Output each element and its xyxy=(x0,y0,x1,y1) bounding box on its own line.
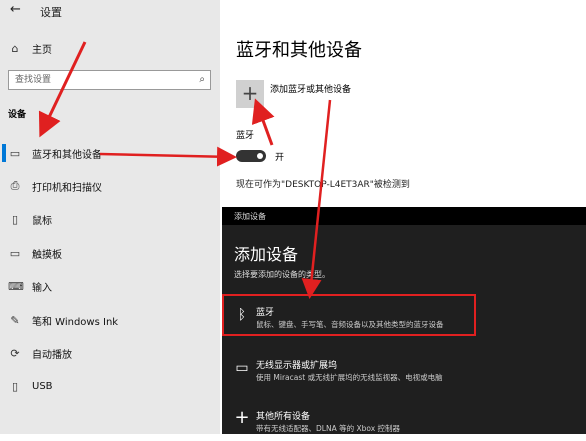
sidebar-item-label: 主页 xyxy=(32,44,52,56)
toggle-state-label: 开 xyxy=(275,153,285,163)
option-everything-else[interactable]: + 其他所有设备 带有无线适配器、DLNA 等的 Xbox 控制器 xyxy=(222,405,586,441)
app-title: 设置 xyxy=(40,6,62,19)
bluetooth-toggle[interactable] xyxy=(236,150,266,162)
sidebar-item-printers[interactable]: ⎙ 打印机和扫描仪 xyxy=(0,172,220,200)
home-icon: ⌂ xyxy=(11,41,19,55)
sidebar-item-label: 输入 xyxy=(32,282,52,294)
option-title: 无线显示器或扩展坞 xyxy=(256,361,338,371)
printer-icon: ⎙ xyxy=(10,179,20,192)
search-placeholder: 查找设置 xyxy=(15,75,52,85)
sidebar-item-mouse[interactable]: ▯ 鼠标 xyxy=(0,205,220,233)
search-input[interactable]: 查找设置 ⌕ xyxy=(8,70,211,90)
sidebar-item-label: 自动播放 xyxy=(32,349,72,361)
touchpad-icon: ▭ xyxy=(9,246,21,260)
toggle-knob xyxy=(257,153,263,159)
sidebar-item-typing[interactable]: ⌨ 输入 xyxy=(0,272,220,300)
sidebar-item-label: 打印机和扫描仪 xyxy=(32,182,102,194)
pen-icon: ✎ xyxy=(10,313,20,327)
option-wireless-display[interactable]: ▭ 无线显示器或扩展坞 使用 Miracast 或无线扩展坞的无线监视器、电视或… xyxy=(222,354,586,390)
sidebar-item-usb[interactable]: ▯ USB xyxy=(0,372,220,400)
sidebar-item-label: 鼠标 xyxy=(32,215,52,227)
sidebar: ← 设置 ⌂ 主页 查找设置 ⌕ 设备 ▭ 蓝牙和其他设备 ⎙ 打印机和扫描仪 … xyxy=(0,0,220,434)
autoplay-icon: ⟳ xyxy=(10,346,20,360)
sidebar-item-label: 触摸板 xyxy=(32,249,62,261)
plus-icon: + xyxy=(234,407,250,428)
keyboard-icon: ⌨ xyxy=(8,279,24,293)
monitor-icon: ▭ xyxy=(235,360,249,376)
option-title: 蓝牙 xyxy=(256,308,275,318)
sidebar-item-label: 笔和 Windows Ink xyxy=(32,316,119,328)
dialog-subtitle: 选择要添加的设备的类型。 xyxy=(234,270,330,279)
option-description: 使用 Miracast 或无线扩展坞的无线监视器、电视或电脑 xyxy=(256,373,443,382)
mouse-icon: ▯ xyxy=(11,212,19,226)
option-description: 鼠标、键盘、手写笔、音频设备以及其他类型的蓝牙设备 xyxy=(256,320,444,329)
back-arrow-icon[interactable]: ← xyxy=(10,2,21,17)
sidebar-item-touchpad[interactable]: ▭ 触摸板 xyxy=(0,239,220,267)
plus-icon: + xyxy=(241,81,259,105)
usb-icon: ▯ xyxy=(11,379,19,393)
page-title: 蓝牙和其他设备 xyxy=(236,40,362,61)
sidebar-item-label: USB xyxy=(32,380,53,392)
bluetooth-devices-icon: ▭ xyxy=(9,146,21,160)
dialog-titlebar: 添加设备 xyxy=(222,207,586,225)
add-device-button[interactable]: + xyxy=(236,80,264,108)
option-description: 带有无线适配器、DLNA 等的 Xbox 控制器 xyxy=(256,424,401,433)
sidebar-item-pen[interactable]: ✎ 笔和 Windows Ink xyxy=(0,306,220,334)
dialog-title: 添加设备 xyxy=(234,212,266,221)
sidebar-item-label: 蓝牙和其他设备 xyxy=(32,149,102,161)
add-device-label[interactable]: 添加蓝牙或其他设备 xyxy=(270,82,351,95)
dialog-heading: 添加设备 xyxy=(234,245,299,264)
sidebar-item-bluetooth[interactable]: ▭ 蓝牙和其他设备 xyxy=(0,139,220,167)
option-title: 其他所有设备 xyxy=(256,412,311,422)
discoverable-text: 现在可作为"DESKTOP-L4ET3AR"被检测到 xyxy=(236,180,410,190)
bluetooth-label: 蓝牙 xyxy=(236,131,255,141)
bluetooth-icon: ᛒ xyxy=(237,307,247,323)
sidebar-item-autoplay[interactable]: ⟳ 自动播放 xyxy=(0,339,220,367)
sidebar-item-home[interactable]: ⌂ 主页 xyxy=(0,34,220,62)
add-device-dialog: 添加设备 添加设备 选择要添加的设备的类型。 ᛒ 蓝牙 鼠标、键盘、手写笔、音频… xyxy=(222,207,586,434)
option-bluetooth[interactable]: ᛒ 蓝牙 鼠标、键盘、手写笔、音频设备以及其他类型的蓝牙设备 xyxy=(222,301,586,337)
section-label: 设备 xyxy=(8,110,27,120)
search-icon[interactable]: ⌕ xyxy=(199,71,205,89)
